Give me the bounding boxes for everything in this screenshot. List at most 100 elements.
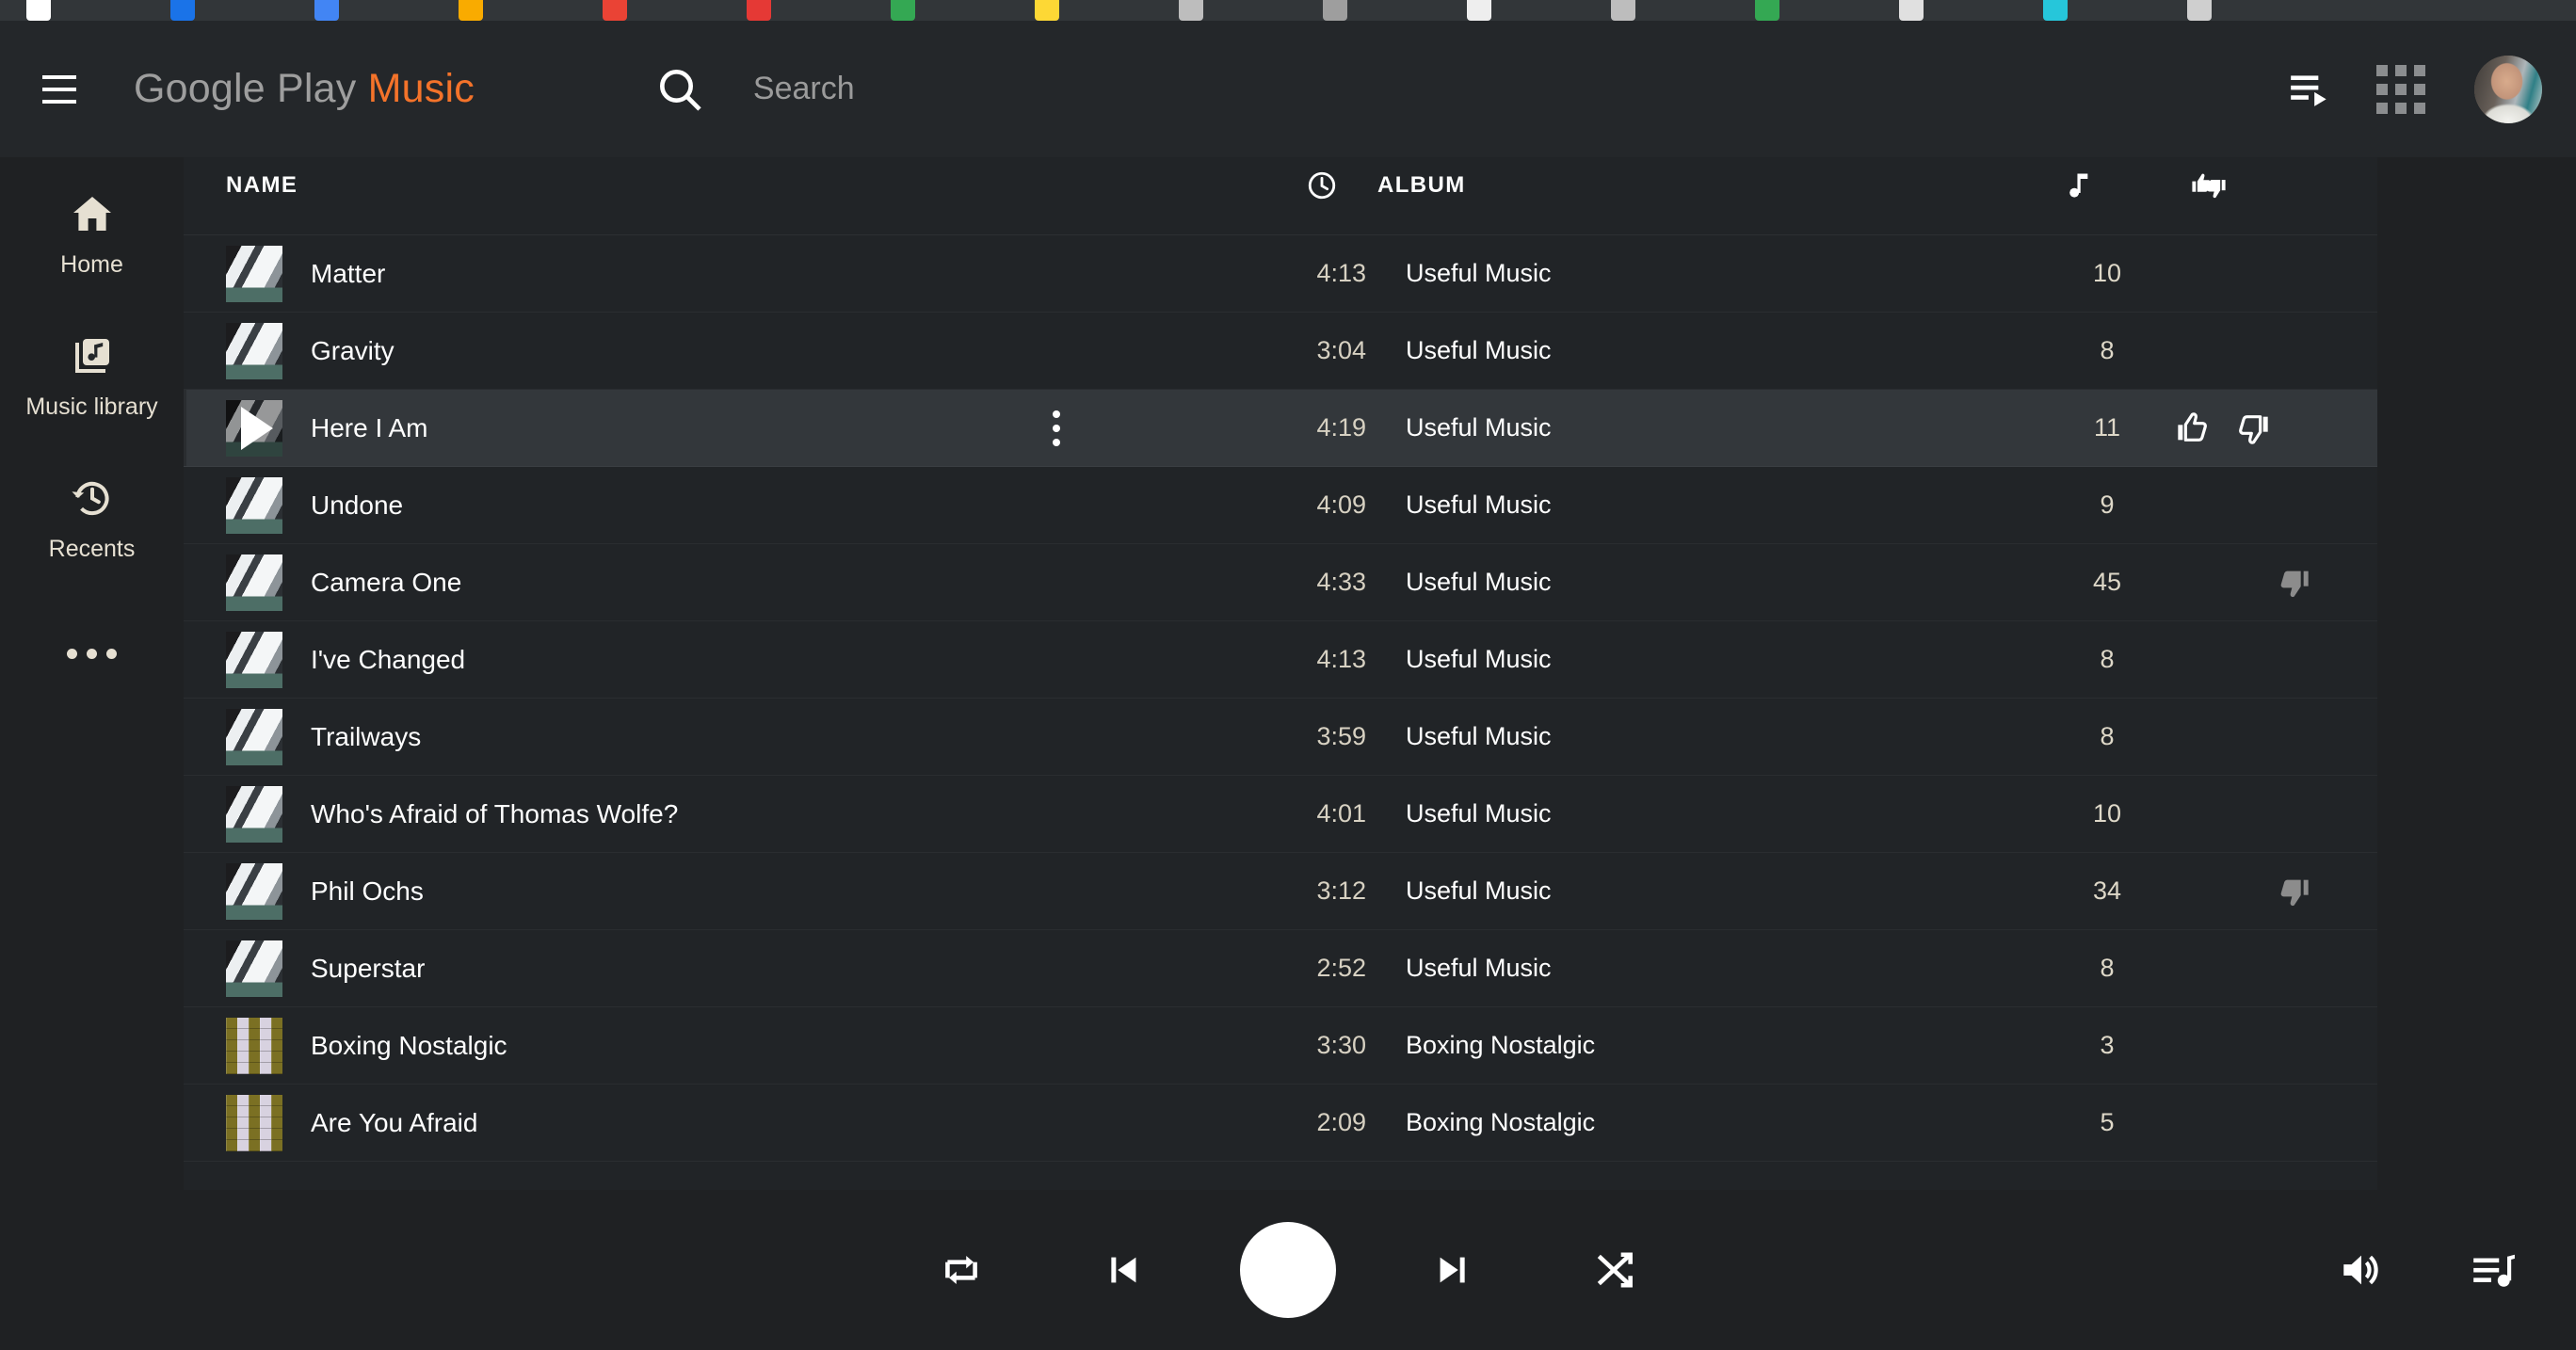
queue-music-icon[interactable] — [2448, 1225, 2538, 1315]
home-icon — [70, 187, 115, 240]
app-header: Google Play Music — [0, 21, 2576, 157]
track-duration: 3:30 — [1316, 1031, 1366, 1059]
album-art-thumbnail[interactable] — [226, 785, 282, 843]
track-duration: 4:13 — [1316, 645, 1366, 673]
album-art-thumbnail[interactable] — [226, 322, 282, 379]
album-art-thumbnail[interactable] — [226, 1017, 282, 1074]
browser-tab-favicon[interactable] — [314, 0, 339, 21]
track-album: Useful Music — [1406, 413, 1552, 442]
track-title: Are You Afraid — [311, 1107, 478, 1137]
skip-previous-icon[interactable] — [1078, 1225, 1168, 1315]
track-title: I've Changed — [311, 644, 466, 674]
track-title: Camera One — [311, 567, 462, 597]
browser-tab-favicon[interactable] — [2187, 0, 2212, 21]
browser-tab-favicon[interactable] — [1035, 0, 1059, 21]
table-row[interactable]: Camera One 4:33 Useful Music 45 — [184, 544, 2377, 621]
album-art-thumbnail[interactable] — [226, 399, 282, 457]
browser-tab-favicon[interactable] — [891, 0, 915, 21]
hamburger-menu-icon[interactable] — [30, 60, 89, 119]
browser-tab-favicon[interactable] — [26, 0, 51, 21]
player-bar — [0, 1190, 2576, 1350]
track-album: Boxing Nostalgic — [1406, 1108, 1596, 1136]
album-art-thumbnail[interactable] — [226, 554, 282, 611]
album-art-thumbnail[interactable] — [226, 476, 282, 534]
search-icon[interactable] — [653, 63, 706, 116]
shuffle-icon[interactable] — [1570, 1225, 1660, 1315]
track-play-count: 10 — [2092, 799, 2122, 828]
table-row[interactable]: Are You Afraid 2:09 Boxing Nostalgic 5 — [184, 1085, 2377, 1162]
browser-tab-favicon[interactable] — [603, 0, 627, 21]
browser-tab-favicon[interactable] — [1611, 0, 1635, 21]
table-row[interactable]: Matter 4:13 Useful Music 10 — [184, 235, 2377, 313]
track-title: Undone — [311, 490, 404, 520]
thumbs-up-button[interactable] — [2172, 408, 2214, 449]
album-art-thumbnail[interactable] — [226, 1094, 282, 1151]
track-title: Superstar — [311, 953, 426, 983]
transport-controls — [880, 1222, 1696, 1318]
album-art-thumbnail[interactable] — [226, 940, 282, 997]
play-pause-button[interactable] — [1240, 1222, 1336, 1318]
browser-tab-favicon[interactable] — [2043, 0, 2068, 21]
header-actions — [2265, 44, 2542, 135]
table-row[interactable]: Who's Afraid of Thomas Wolfe? 4:01 Useful … — [184, 776, 2377, 853]
track-title: Who's Afraid of Thomas Wolfe? — [311, 798, 679, 828]
sidebar-overflow-button[interactable] — [0, 627, 184, 680]
album-art-thumbnail[interactable] — [226, 862, 282, 920]
album-art-thumbnail[interactable] — [226, 245, 282, 302]
track-album: Useful Music — [1406, 722, 1552, 750]
sidebar-item-music-library[interactable]: Music library — [0, 329, 184, 421]
track-play-count: 8 — [2100, 954, 2115, 982]
column-header-album[interactable]: ALBUM — [1377, 172, 2027, 199]
sidebar: Home Music library Recents — [0, 157, 184, 1190]
track-play-count: 34 — [2092, 876, 2122, 905]
track-title: Matter — [311, 258, 386, 288]
table-row[interactable]: Boxing Nostalgic 3:30 Boxing Nostalgic 3 — [184, 1007, 2377, 1085]
album-art-thumbnail[interactable] — [226, 631, 282, 688]
search-bar[interactable] — [653, 63, 2265, 116]
track-duration: 4:33 — [1316, 568, 1366, 596]
column-header-name[interactable]: NAME — [226, 172, 1266, 199]
browser-tab-favicon[interactable] — [747, 0, 771, 21]
table-row[interactable]: Here I Am 4:19 Useful Music 11 — [184, 390, 2377, 467]
browser-tab-favicon[interactable] — [1755, 0, 1779, 21]
sidebar-item-recents[interactable]: Recents — [0, 472, 184, 563]
search-input[interactable] — [752, 71, 1601, 107]
track-play-count: 3 — [2100, 1031, 2115, 1059]
track-duration: 3:04 — [1316, 336, 1366, 364]
music-library-icon — [70, 329, 115, 382]
table-row[interactable]: Superstar 2:52 Useful Music 8 — [184, 930, 2377, 1007]
sidebar-item-home[interactable]: Home — [0, 187, 184, 279]
browser-tab-favicon[interactable] — [1323, 0, 1347, 21]
album-art-thumbnail[interactable] — [226, 708, 282, 765]
table-row[interactable]: Undone 4:09 Useful Music 9 — [184, 467, 2377, 544]
browser-tab-favicon[interactable] — [170, 0, 195, 21]
track-play-count: 45 — [2092, 568, 2122, 596]
thumbs-down-button[interactable] — [2232, 408, 2274, 449]
track-duration: 4:13 — [1316, 259, 1366, 287]
track-album: Useful Music — [1406, 876, 1552, 905]
repeat-icon[interactable] — [916, 1225, 1006, 1315]
browser-tab-favicon[interactable] — [1179, 0, 1203, 21]
track-album: Useful Music — [1406, 645, 1552, 673]
skip-next-icon[interactable] — [1408, 1225, 1498, 1315]
volume-up-icon[interactable] — [2316, 1225, 2407, 1315]
track-title: Phil Ochs — [311, 876, 424, 906]
track-rating — [2159, 562, 2314, 603]
browser-tab-favicon[interactable] — [1899, 0, 1924, 21]
apps-grid-icon[interactable] — [2356, 44, 2446, 135]
table-row[interactable]: Gravity 3:04 Useful Music 8 — [184, 313, 2377, 390]
avatar[interactable] — [2474, 55, 2542, 123]
browser-tab-favicon[interactable] — [459, 0, 483, 21]
table-row[interactable]: Trailways 3:59 Useful Music 8 — [184, 699, 2377, 776]
table-row[interactable]: I've Changed 4:13 Useful Music 8 — [184, 621, 2377, 699]
browser-tab-favicon[interactable] — [1467, 0, 1491, 21]
playlist-play-icon[interactable] — [2265, 44, 2356, 135]
thumbs-down-button[interactable] — [2273, 562, 2314, 603]
more-horizontal-icon — [67, 627, 117, 680]
track-play-count: 10 — [2092, 259, 2122, 287]
track-title: Trailways — [311, 721, 422, 751]
play-overlay-icon[interactable] — [226, 400, 282, 457]
table-row[interactable]: Phil Ochs 3:12 Useful Music 34 — [184, 853, 2377, 930]
more-vertical-icon[interactable] — [1045, 403, 1068, 454]
thumbs-down-button[interactable] — [2273, 871, 2314, 912]
